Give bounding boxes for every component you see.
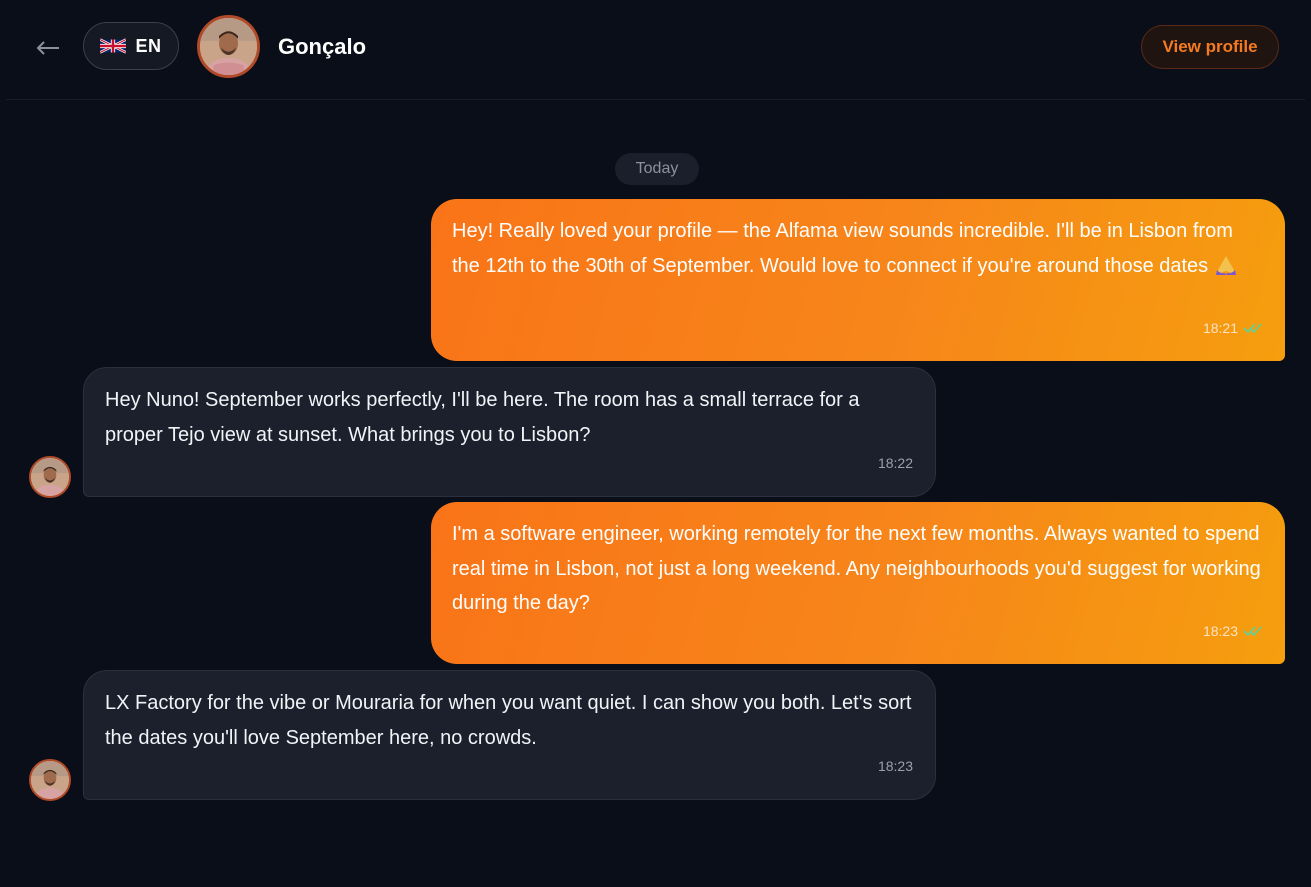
person-photo-icon [31,458,69,496]
contact-name[interactable]: Gonçalo [278,34,366,60]
person-photo-icon [31,761,69,799]
chat-header: EN Gonçalo View profile [0,0,1311,96]
message-meta: 18:22 [878,446,913,481]
view-profile-button[interactable]: View profile [1141,25,1279,69]
message-text: LX Factory for the vibe or Mouraria for … [105,692,912,749]
double-check-icon [1243,323,1262,333]
uk-flag-icon [100,38,127,54]
header-divider [6,99,1305,100]
message-time: 18:21 [1202,319,1238,336]
back-button[interactable] [30,30,66,66]
message-time: 18:23 [1202,622,1238,639]
message-meta: 18:21 [1203,311,1263,346]
message-text: Hey Nuno! September works perfectly, I'l… [105,389,860,446]
message-time: 18:23 [877,757,913,774]
message-meta: 18:23 [1203,614,1263,649]
date-separator: Today [615,153,699,185]
incoming-message[interactable]: LX Factory for the vibe or Mouraria for … [83,670,936,800]
sender-avatar[interactable] [29,456,71,498]
folded-hands-icon [1216,255,1237,275]
contact-avatar[interactable] [197,15,260,78]
double-check-icon [1243,626,1262,636]
language-selector[interactable]: EN [83,22,179,70]
person-photo-icon [200,18,257,75]
message-text: I'm a software engineer, working remotel… [452,523,1261,614]
incoming-message[interactable]: Hey Nuno! September works perfectly, I'l… [83,367,936,497]
sender-avatar[interactable] [29,759,71,801]
outgoing-message[interactable]: I'm a software engineer, working remotel… [431,502,1285,664]
message-time: 18:22 [877,454,913,471]
chat-screen: EN Gonçalo View profile Today Hey! Reall… [0,0,1311,887]
message-text: Hey! Really loved your profile — the Alf… [452,220,1233,277]
message-meta: 18:23 [878,749,913,784]
language-label: EN [135,35,162,56]
arrow-left-icon [36,41,59,55]
outgoing-message[interactable]: Hey! Really loved your profile — the Alf… [431,199,1285,361]
